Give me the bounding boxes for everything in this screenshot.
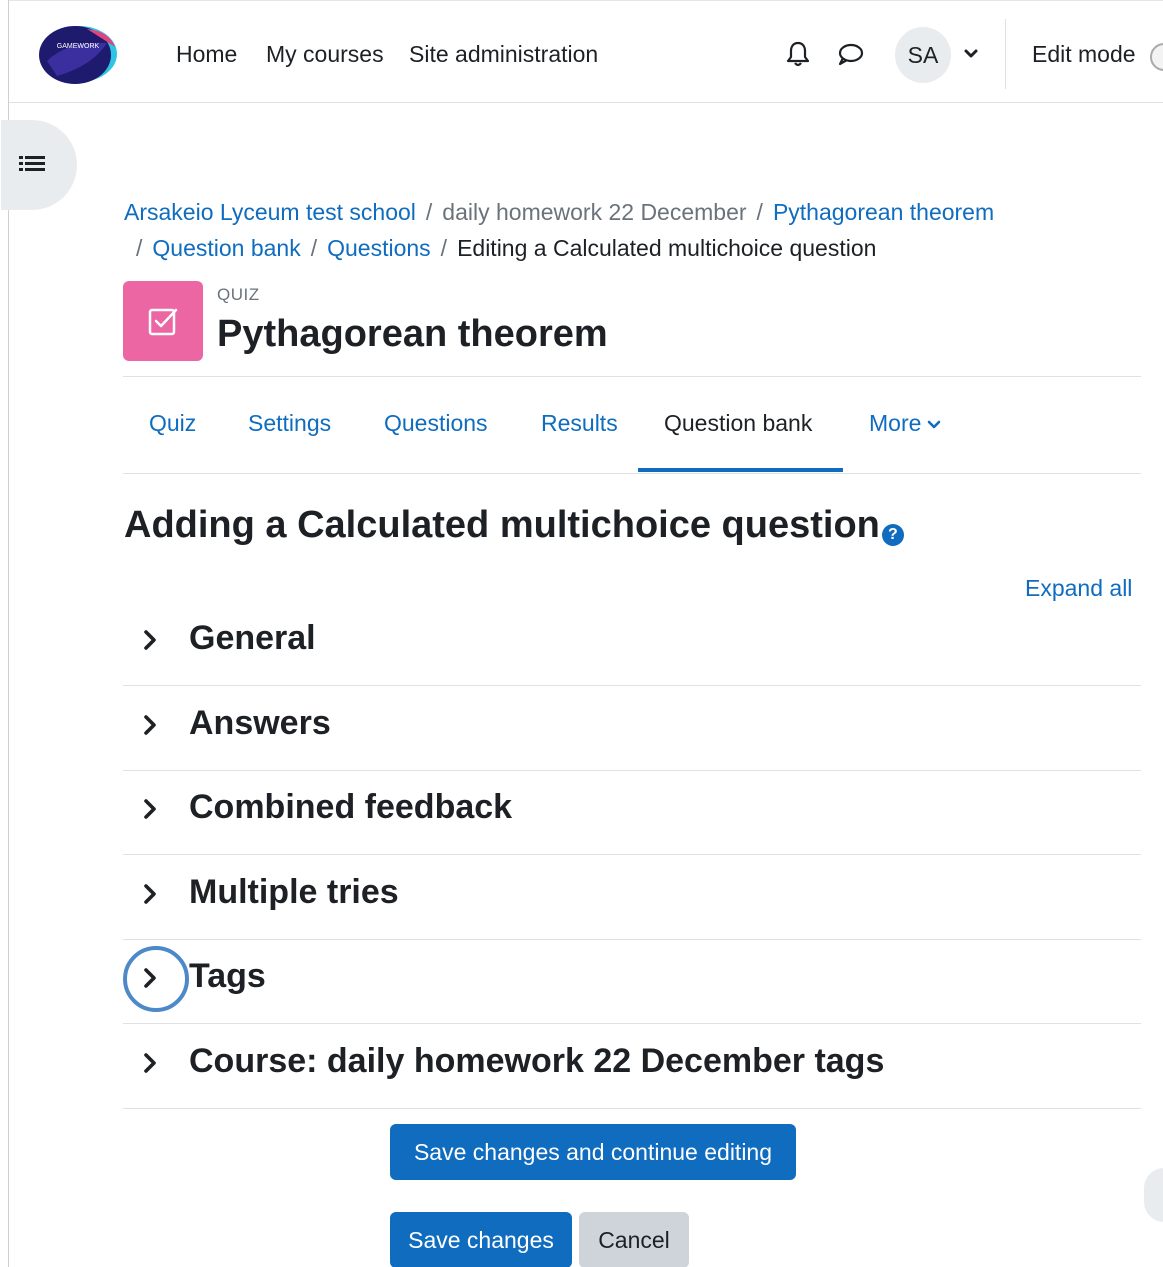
section-combined-feedback[interactable]: Combined feedback [123,770,1141,855]
chevron-down-icon [928,420,941,429]
chevron-down-icon[interactable] [962,45,980,63]
section-title[interactable]: General [189,619,316,658]
breadcrumb-item: daily homework 22 December [442,199,747,225]
quiz-checkbox-icon [148,308,178,336]
breadcrumb-current: Editing a Calculated multichoice questio… [457,235,877,261]
breadcrumb-item[interactable]: Questions [327,235,431,261]
tab-more[interactable]: More [869,410,941,437]
breadcrumb-item[interactable]: Pythagorean theorem [773,199,994,225]
save-button[interactable]: Save changes [390,1212,572,1267]
question-circle-icon[interactable]: ? [881,524,904,546]
form-heading-text: Adding a Calculated multichoice question [124,504,880,546]
breadcrumb-item[interactable]: Arsakeio Lyceum test school [124,199,416,225]
chevron-right-icon[interactable] [139,1052,161,1074]
edit-mode-toggle[interactable] [1150,43,1163,71]
section-general[interactable]: General [123,601,1141,686]
tab-settings[interactable]: Settings [248,410,331,437]
course-index-toggle[interactable] [1,120,77,210]
nav-site-administration[interactable]: Site administration [409,41,598,68]
section-title[interactable]: Course: daily homework 22 December tags [189,1042,884,1081]
activity-type-label: QUIZ [217,285,260,304]
cancel-button[interactable]: Cancel [579,1212,689,1267]
page-title: Pythagorean theorem [217,313,608,355]
footer-popover-button[interactable] [1144,1168,1163,1222]
form-heading: Adding a Calculated multichoice question… [124,504,904,547]
bell-icon[interactable] [783,39,813,69]
breadcrumb-item[interactable]: Question bank [152,235,300,261]
section-course-tags[interactable]: Course: daily homework 22 December tags [123,1024,1141,1109]
save-and-continue-button[interactable]: Save changes and continue editing [390,1124,796,1180]
edit-mode-label: Edit mode [1032,41,1136,67]
tab-quiz[interactable]: Quiz [149,410,196,437]
chevron-right-icon[interactable] [139,629,161,651]
quiz-activity-icon [123,281,203,361]
chevron-right-icon[interactable] [139,967,161,989]
active-tab-indicator [638,468,843,472]
chevron-right-icon[interactable] [139,798,161,820]
section-answers[interactable]: Answers [123,686,1141,771]
chat-bubble-icon[interactable] [835,39,865,69]
site-logo[interactable]: GAMEWORK [37,21,119,87]
nav-home[interactable]: Home [176,41,237,68]
section-title[interactable]: Combined feedback [189,788,512,827]
tab-results[interactable]: Results [541,410,618,437]
svg-text:GAMEWORK: GAMEWORK [57,43,100,50]
navbar-divider [1005,19,1006,89]
section-multiple-tries[interactable]: Multiple tries [123,855,1141,940]
page: GAMEWORK Home My courses Site administra… [1,0,1163,1267]
divider [123,376,1141,377]
section-title[interactable]: Tags [189,957,266,996]
tab-more-label: More [869,410,922,436]
top-navbar: GAMEWORK Home My courses Site administra… [9,0,1163,103]
section-title[interactable]: Multiple tries [189,873,399,912]
breadcrumb: Arsakeio Lyceum test school / daily homewo… [124,199,995,261]
nav-my-courses[interactable]: My courses [266,41,384,68]
section-tags[interactable]: Tags [123,939,1141,1024]
tab-question-bank[interactable]: Question bank [664,410,812,437]
chevron-right-icon[interactable] [139,714,161,736]
user-avatar[interactable]: SA [895,27,951,83]
list-icon [19,156,45,171]
tab-questions[interactable]: Questions [384,410,488,437]
expand-all-link[interactable]: Expand all [1025,575,1132,602]
section-title[interactable]: Answers [189,704,331,743]
chevron-right-icon[interactable] [139,883,161,905]
secondary-navigation: Quiz Settings Questions Results Question… [123,378,1141,474]
